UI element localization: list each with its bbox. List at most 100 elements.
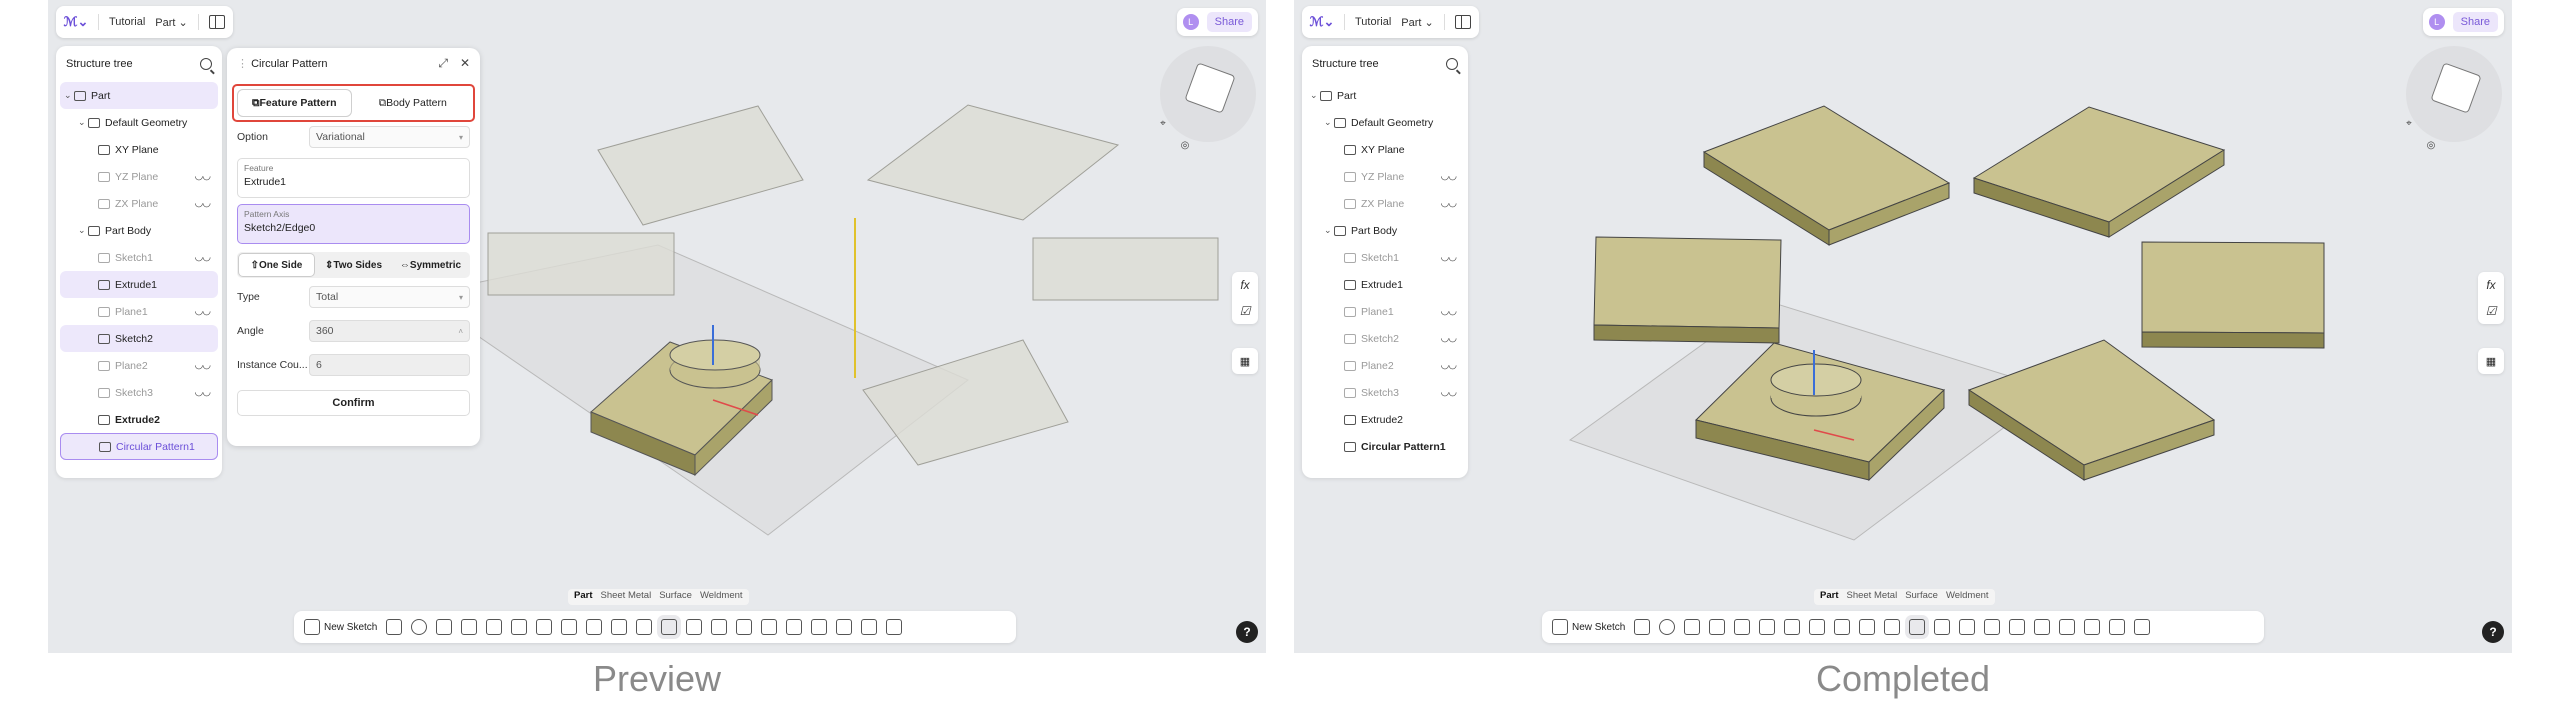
formula-icon[interactable]: fx [1232,272,1258,298]
tree-item-sketch1[interactable]: Sketch1 ◡◡ [1306,244,1464,271]
tree-item-sketch2[interactable]: Sketch2 ◡◡ [1306,325,1464,352]
search-icon[interactable] [200,58,212,70]
tree-item-circular-pattern1[interactable]: Circular Pattern1 [60,433,218,460]
body-tool-icon[interactable] [2059,619,2076,635]
tree-item-yz-plane[interactable]: YZ Plane ◡◡ [60,163,218,190]
tab-surface[interactable]: Surface [659,590,692,604]
move-tool-icon[interactable] [711,619,728,635]
tabular-icon[interactable]: ▦ [2478,348,2504,374]
boolean-tool-icon[interactable] [736,619,753,635]
help-icon[interactable]: ? [1236,621,1258,643]
plane-tool-icon[interactable] [2109,619,2126,635]
hole-tool-icon[interactable] [1759,619,1776,635]
shell-tool-icon[interactable] [1859,619,1876,635]
fillet-tool-icon[interactable] [1784,619,1801,635]
scale-tool-icon[interactable] [786,619,803,635]
tree-item-default-geometry[interactable]: ⌄ Default Geometry [1306,109,1464,136]
eye-closed-icon[interactable]: ◡◡ [195,252,211,263]
reference-tool-icon[interactable] [2084,619,2101,635]
pattern-axis-field[interactable]: Pattern Axis Sketch2/Edge0 [237,204,470,244]
view-cube[interactable] [2406,46,2502,142]
tree-item-yz-plane[interactable]: YZ Plane ◡◡ [1306,163,1464,190]
chevron-down-icon[interactable]: ⌄ [1324,117,1334,128]
app-logo-icon[interactable]: ℳ⌄ [64,12,89,32]
mirror-tool-icon[interactable] [1934,619,1951,635]
plane-tool-icon[interactable] [861,619,878,635]
share-button[interactable]: Share [1206,12,1252,32]
help-icon[interactable]: ? [2482,621,2504,643]
draft-tool-icon[interactable] [1834,619,1851,635]
confirm-button[interactable]: Confirm [237,390,470,416]
boolean-tool-icon[interactable] [1984,619,2001,635]
tree-item-plane1[interactable]: Plane1 ◡◡ [1306,298,1464,325]
eye-closed-icon[interactable]: ◡◡ [1441,306,1457,317]
tab-weldment[interactable]: Weldment [700,590,743,604]
two-sides-button[interactable]: ⇕ Two Sides [316,254,391,276]
view-cube[interactable] [1160,46,1256,142]
tree-item-plane2[interactable]: Plane2 ◡◡ [1306,352,1464,379]
tree-item-zx-plane[interactable]: ZX Plane ◡◡ [1306,190,1464,217]
revolve-tool-icon[interactable] [1659,619,1676,635]
thicken-tool-icon[interactable] [636,619,653,635]
eye-closed-icon[interactable]: ◡◡ [1441,387,1457,398]
one-side-button[interactable]: ⇧ One Side [239,254,314,276]
close-icon[interactable]: ✕ [460,56,470,71]
app-logo-icon[interactable]: ℳ⌄ [1310,12,1335,32]
pin-icon[interactable]: ⤢ [438,56,448,71]
tree-item-part-body[interactable]: ⌄ Part Body [60,217,218,244]
tree-item-sketch2[interactable]: Sketch2 [60,325,218,352]
eye-closed-icon[interactable]: ◡◡ [1441,252,1457,263]
shell-tool-icon[interactable] [611,619,628,635]
tab-part[interactable]: Part [574,590,592,604]
feature-field[interactable]: Feature Extrude1 [237,158,470,198]
extrude-tool-icon[interactable] [386,619,403,635]
chamfer-tool-icon[interactable] [1809,619,1826,635]
tree-item-plane1[interactable]: Plane1 ◡◡ [60,298,218,325]
checklist-icon[interactable]: ☑ [1232,298,1258,324]
tree-item-sketch3[interactable]: Sketch3 ◡◡ [60,379,218,406]
eye-closed-icon[interactable]: ◡◡ [1441,360,1457,371]
mirror-tool-icon[interactable] [686,619,703,635]
eye-closed-icon[interactable]: ◡◡ [1441,171,1457,182]
eye-closed-icon[interactable]: ◡◡ [195,360,211,371]
new-sketch-button[interactable]: New Sketch [1552,619,1625,635]
tree-item-zx-plane[interactable]: ZX Plane ◡◡ [60,190,218,217]
sweep-tool-icon[interactable] [1684,619,1701,635]
breadcrumb-tutorial[interactable]: Tutorial [1355,16,1391,28]
avatar[interactable]: L [2428,14,2445,30]
eye-closed-icon[interactable]: ◡◡ [1441,333,1457,344]
tree-item-xy-plane[interactable]: XY Plane [60,136,218,163]
insert-tool-icon[interactable] [2134,619,2151,635]
chevron-down-icon[interactable]: ⌄ [78,117,88,128]
scale-tool-icon[interactable] [2034,619,2051,635]
search-icon[interactable] [1446,58,1458,70]
tree-item-part[interactable]: ⌄ Part [60,82,218,109]
tabular-icon[interactable]: ▦ [1232,348,1258,374]
rib-tool-icon[interactable] [1734,619,1751,635]
thicken-tool-icon[interactable] [1884,619,1901,635]
tree-item-extrude1[interactable]: Extrude1 [1306,271,1464,298]
fit-view-icon[interactable]: ⌖ [2402,118,2416,132]
angle-input[interactable]: 360 ˄ [309,320,470,342]
split-tool-icon[interactable] [2009,619,2026,635]
loft-tool-icon[interactable] [461,619,478,635]
insert-tool-icon[interactable] [886,619,903,635]
tab-surface[interactable]: Surface [1905,590,1938,604]
breadcrumb-part[interactable]: Part ⌄ [1401,16,1433,29]
instance-count-input[interactable]: 6 [309,354,470,376]
type-select[interactable]: Total ▾ [309,286,470,308]
eye-closed-icon[interactable]: ◡◡ [195,171,211,182]
body-tool-icon[interactable] [811,619,828,635]
chamfer-tool-icon[interactable] [561,619,578,635]
tree-item-plane2[interactable]: Plane2 ◡◡ [60,352,218,379]
sidebar-toggle-icon[interactable] [208,15,225,29]
formula-icon[interactable]: fx [2478,272,2504,298]
chevron-down-icon[interactable]: ⌄ [1324,225,1334,236]
avatar[interactable]: L [1182,14,1199,30]
pattern-tool-icon[interactable] [1909,619,1926,635]
tab-weldment[interactable]: Weldment [1946,590,1989,604]
fit-view-icon[interactable]: ⌖ [1156,118,1170,132]
revolve-tool-icon[interactable] [411,619,428,635]
tree-item-part[interactable]: ⌄ Part [1306,82,1464,109]
tree-item-extrude1[interactable]: Extrude1 [60,271,218,298]
